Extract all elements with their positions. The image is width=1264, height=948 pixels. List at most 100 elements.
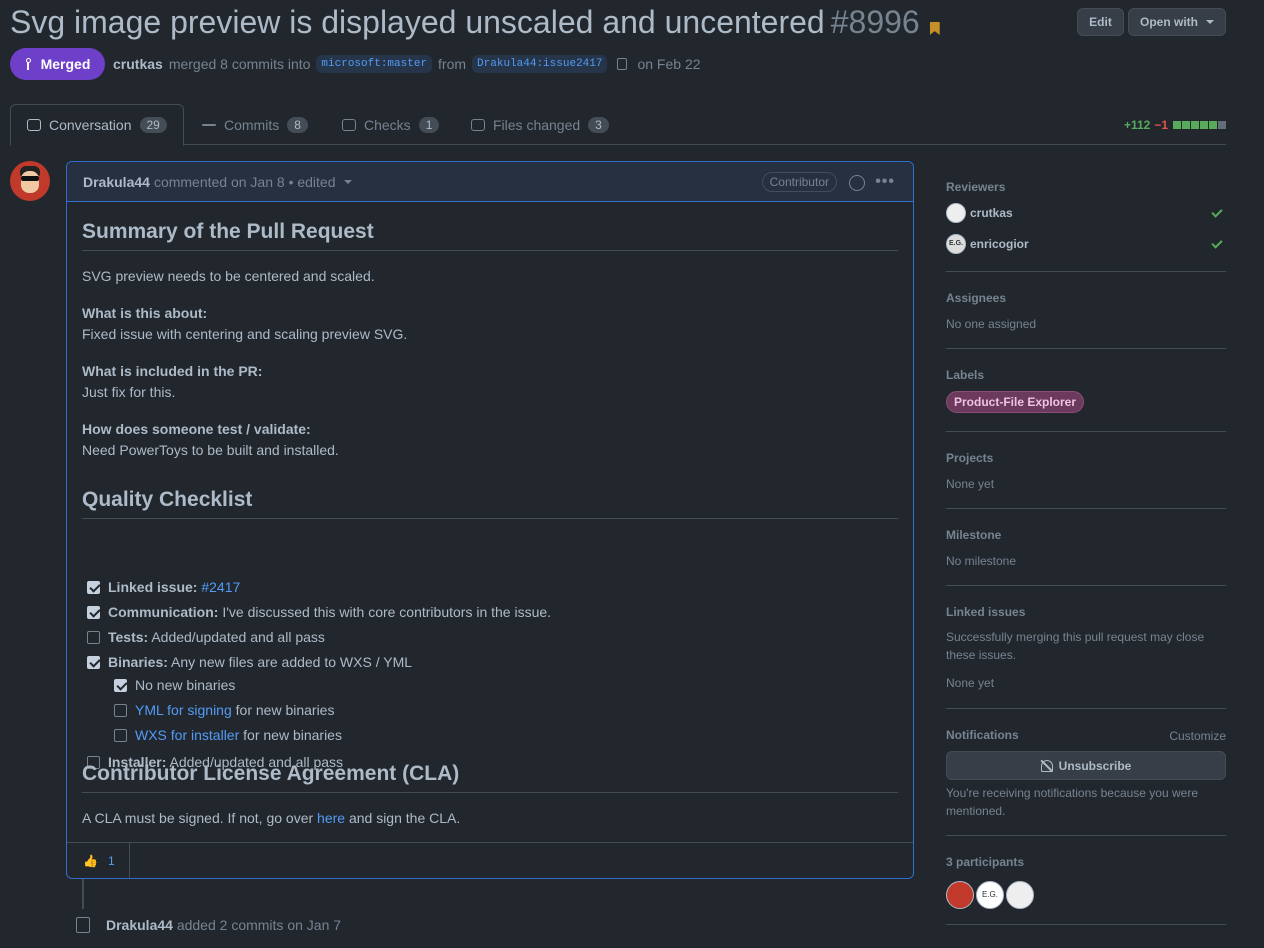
avatar[interactable] (10, 161, 50, 201)
participant-avatar[interactable] (946, 881, 974, 909)
comment-meta[interactable]: commented on Jan 8 • edited (154, 174, 336, 190)
contributor-badge: Contributor (761, 172, 837, 192)
smiley-icon[interactable] (849, 175, 865, 191)
cla-after: and sign the CLA. (345, 810, 461, 826)
state-label: Merged (40, 56, 91, 72)
avatar: E.G. (946, 234, 966, 254)
cla-text: A CLA must be signed. If not, go over he… (82, 808, 460, 829)
yml-link[interactable]: YML for signing (135, 702, 232, 718)
checkbox[interactable] (114, 678, 127, 692)
assignees-text: No one assigned (946, 317, 1037, 331)
diffstat-square (1200, 121, 1208, 129)
cla-link[interactable]: here (317, 810, 345, 826)
pr-number: #8996 (830, 4, 920, 40)
diffstat-square (1173, 121, 1181, 129)
reviewer-name: crutkas (970, 206, 1013, 220)
chevron-down-icon[interactable] (343, 179, 352, 184)
edit-button[interactable]: Edit (1077, 8, 1124, 36)
projects-title[interactable]: Projects (946, 451, 993, 465)
wxs-link[interactable]: WXS for installer (135, 727, 239, 743)
avatar-glasses (21, 176, 39, 181)
labels-title[interactable]: Labels (946, 368, 984, 382)
summary-text: SVG preview needs to be centered and sca… (82, 268, 375, 284)
author-link[interactable]: crutkas (113, 56, 163, 72)
copy-icon[interactable] (617, 58, 628, 70)
pr-meta: crutkas merged 8 commits into microsoft:… (113, 55, 701, 73)
test-label: How does someone test / validate: (82, 421, 311, 437)
item-bold: Binaries: (108, 654, 168, 670)
reviewer-name: enricogior (970, 237, 1029, 251)
tab-files-changed[interactable]: Files changed 3 (455, 104, 625, 145)
cla-before: A CLA must be signed. If not, go over (82, 810, 318, 826)
checklist-subitem: WXS for installer for new binaries (114, 727, 342, 743)
repo-push-icon (76, 917, 90, 933)
reviewer-item[interactable]: E.G. enricogior (946, 234, 1029, 254)
from-text: from (438, 56, 467, 72)
about-block: What is this about: Fixed issue with cen… (82, 303, 407, 345)
unsubscribe-button[interactable]: Unsubscribe (946, 751, 1226, 780)
participant-avatar[interactable]: E.G. (976, 881, 1004, 909)
assignees-title[interactable]: Assignees (946, 291, 1006, 305)
label-chip[interactable]: Product-File Explorer (946, 391, 1085, 413)
check-icon (1211, 237, 1223, 249)
reaction-count: 1 (107, 853, 115, 868)
file-diff-icon (471, 118, 485, 131)
tab-commits[interactable]: Commits 8 (186, 104, 324, 145)
state-badge: Merged (10, 48, 105, 80)
reviewers-title[interactable]: Reviewers (946, 180, 1005, 194)
comment-author[interactable]: Drakula44 (83, 174, 150, 190)
pr-title-text: Svg image preview is displayed unscaled … (10, 4, 825, 40)
checklist-text: Binaries: Any new files are added to WXS… (108, 654, 412, 670)
checkbox[interactable] (114, 728, 127, 742)
open-with-button[interactable]: Open with (1128, 8, 1226, 36)
checkbox[interactable] (87, 580, 100, 594)
pr-title: Svg image preview is displayed unscaled … (10, 2, 940, 42)
tab-checks[interactable]: Checks 1 (326, 104, 455, 145)
assignees-section: Assignees No one assigned (946, 291, 1226, 349)
timeline-line (82, 879, 84, 909)
tab-label: Conversation (49, 117, 132, 133)
kebab-icon[interactable]: ••• (875, 173, 895, 191)
thumbs-up-reaction[interactable]: 👍 1 (67, 843, 130, 878)
thumbs-up-icon: 👍 (83, 853, 98, 868)
checkbox[interactable] (114, 703, 127, 717)
comment-header: Drakula44 commented on Jan 8 • edited Co… (67, 162, 913, 202)
avatar-face (21, 171, 39, 193)
tab-counter: 1 (418, 116, 440, 133)
issue-link[interactable]: #2417 (201, 579, 240, 595)
additions: +112 (1123, 118, 1151, 132)
projects-section: Projects None yet (946, 451, 1226, 509)
event-text: added 2 commits (176, 917, 284, 933)
linked-desc: Successfully merging this pull request m… (946, 630, 1205, 662)
item-text: Any new files are added to WXS / YML (167, 654, 413, 670)
heading-summary: Summary of the Pull Request (82, 220, 898, 251)
customize-link[interactable]: Customize (1169, 727, 1226, 745)
checklist-subitem: YML for signing for new binaries (114, 702, 334, 718)
participant-avatar[interactable] (1006, 881, 1034, 909)
included-block: What is included in the PR: Just fix for… (82, 361, 262, 403)
merged-text: merged 8 commits into (168, 56, 311, 72)
checkbox[interactable] (87, 630, 100, 644)
milestone-title[interactable]: Milestone (946, 528, 1001, 542)
test-block: How does someone test / validate: Need P… (82, 419, 339, 461)
projects-text: None yet (946, 477, 995, 491)
reactions-bar: 👍 1 (67, 842, 913, 878)
event-author[interactable]: Drakula44 (106, 917, 173, 933)
merge-date: on Feb 22 (637, 56, 701, 72)
linked-issues-section: Linked issues Successfully merging this … (946, 605, 1226, 709)
test-text: Need PowerToys to be built and installed… (82, 442, 339, 458)
event-date[interactable]: on Jan 7 (287, 917, 341, 933)
bookmark-icon (929, 22, 940, 35)
about-label: What is this about: (82, 305, 208, 321)
base-branch[interactable]: microsoft:master (316, 55, 433, 73)
tab-conversation[interactable]: Conversation 29 (10, 104, 184, 146)
head-branch[interactable]: Drakula44:issue2417 (472, 55, 608, 73)
checklist-subitem: No new binaries (114, 677, 235, 693)
checklist-icon (342, 118, 356, 131)
reviewer-item[interactable]: crutkas (946, 203, 1013, 223)
avatar (946, 203, 966, 223)
bell-slash-icon (1040, 759, 1053, 772)
checkbox[interactable] (87, 655, 100, 669)
about-text: Fixed issue with centering and scaling p… (82, 326, 408, 342)
checkbox[interactable] (87, 605, 100, 619)
